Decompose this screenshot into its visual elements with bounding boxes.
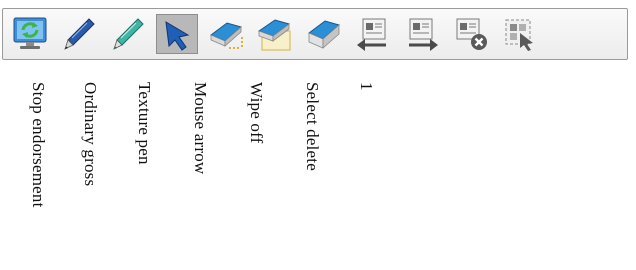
close-page-button[interactable] (450, 14, 492, 54)
stop-endorsement-button[interactable] (9, 14, 51, 54)
next-page-icon (409, 18, 438, 51)
clear-label: 1 (357, 82, 376, 91)
select-delete-button[interactable] (254, 14, 296, 54)
wipe-off-button[interactable] (205, 14, 247, 54)
stop-endorsement-label: Stop endorsement (29, 82, 48, 208)
select-delete-label: Select delete (303, 82, 322, 171)
previous-page-button[interactable] (352, 14, 394, 54)
annotation-toolbar (2, 8, 628, 60)
ordinary-pen-button[interactable] (58, 14, 100, 54)
ordinary-gross-label: Ordinary gross (81, 82, 100, 187)
screenshot-capture-icon (505, 19, 533, 51)
mouse-arrow-icon (165, 21, 190, 51)
clear-eraser-icon (308, 20, 341, 49)
texture-pen-button[interactable] (107, 14, 149, 54)
ordinary-pen-icon (64, 18, 95, 50)
mouse-arrow-button[interactable] (156, 14, 198, 54)
previous-page-icon (357, 18, 386, 51)
clear-eraser-button[interactable] (303, 14, 345, 54)
texture-pen-icon (113, 18, 144, 50)
next-page-button[interactable] (401, 14, 443, 54)
wipe-off-eraser-icon (210, 22, 243, 49)
screenshot-capture-button[interactable] (499, 14, 541, 54)
close-page-icon (456, 18, 487, 50)
refresh-monitor-icon (13, 17, 47, 49)
mouse-arrow-label: Mouse arrow (191, 82, 210, 175)
select-delete-eraser-icon (257, 19, 291, 51)
texture-pen-label: Texture pen (135, 82, 154, 165)
wipe-off-label: Wipe off (247, 82, 266, 144)
